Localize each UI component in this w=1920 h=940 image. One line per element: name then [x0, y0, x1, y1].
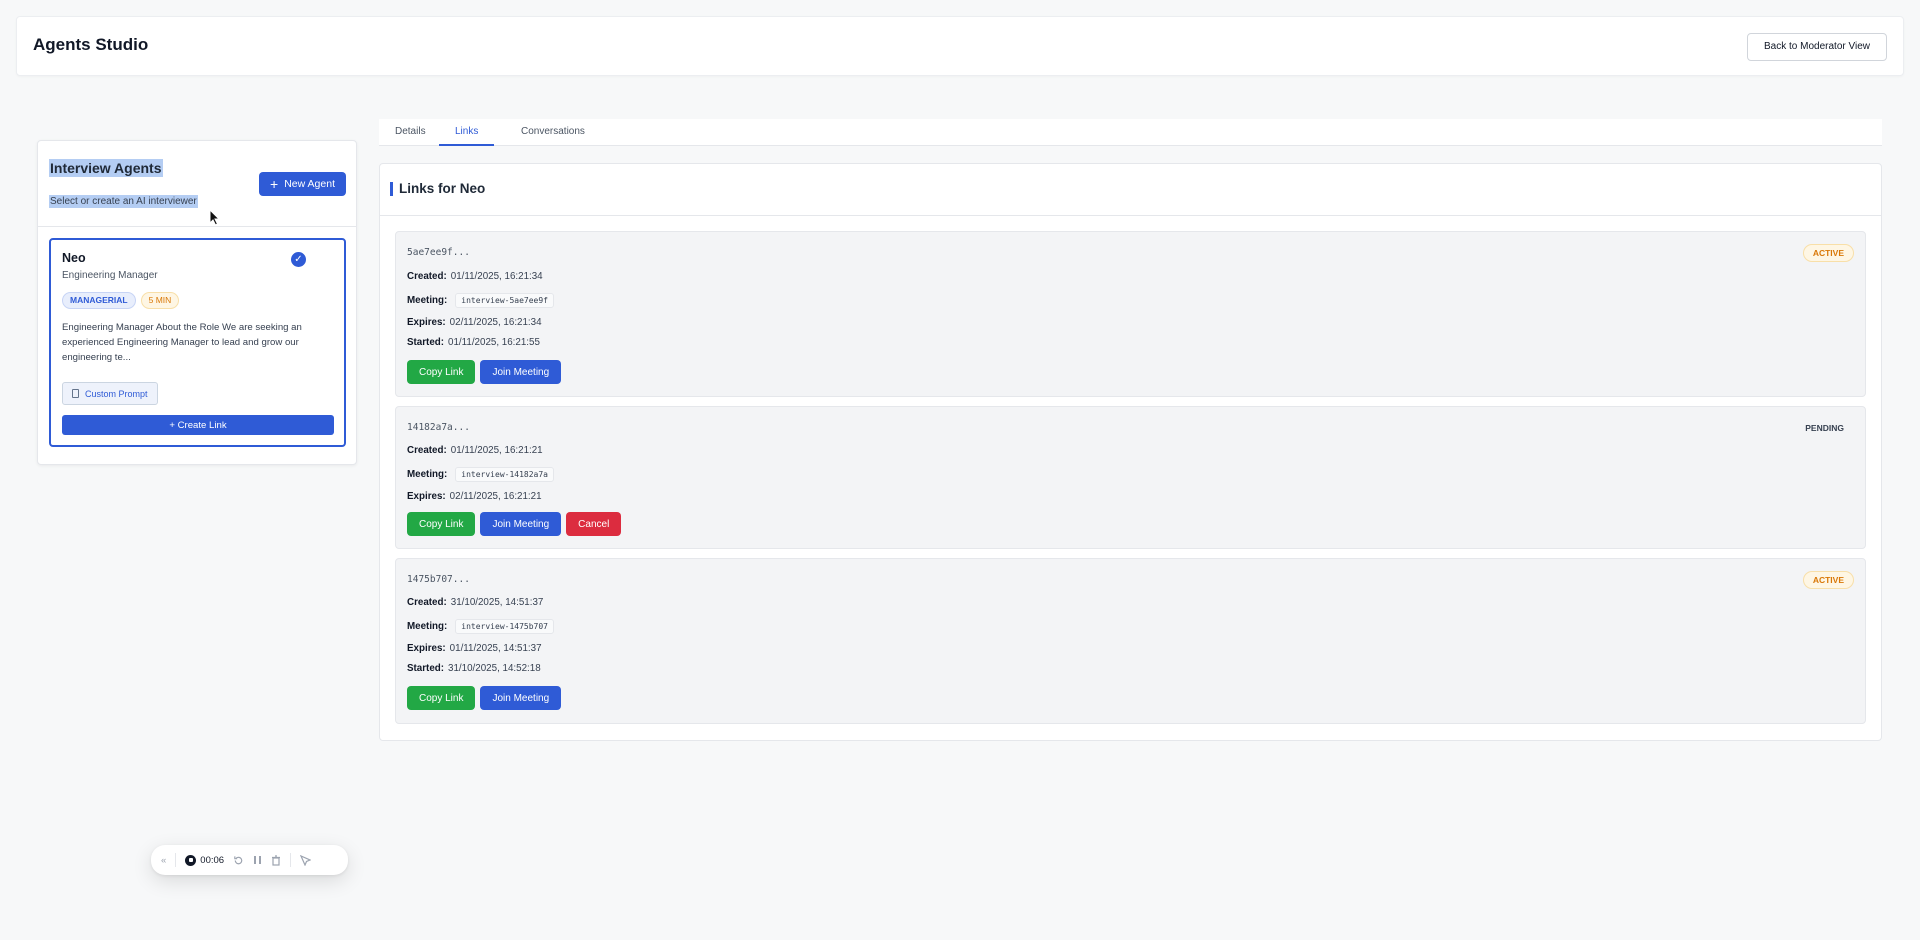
pointer-icon[interactable] [300, 854, 312, 866]
tabs-bar: Details Links Conversations [379, 119, 1882, 146]
link-id: 1475b707... [407, 574, 470, 585]
expires-row: Expires: 02/11/2025, 16:21:34 [407, 317, 542, 328]
agent-name: Neo [62, 251, 86, 265]
meeting-id: interview-5ae7ee9f [455, 293, 554, 308]
join-meeting-button[interactable]: Join Meeting [480, 686, 562, 710]
started-label: Started: [407, 663, 445, 674]
copy-link-button[interactable]: Copy Link [407, 686, 476, 710]
links-panel: Links for Neo 5ae7ee9f... ACTIVE Created… [379, 163, 1882, 741]
links-panel-title: Links for Neo [390, 182, 485, 196]
started-row: Started: 31/10/2025, 14:52:18 [407, 663, 541, 674]
agents-panel-title: Interview Agents [49, 159, 163, 177]
status-badge: ACTIVE [1802, 571, 1854, 589]
expires-row: Expires: 01/11/2025, 14:51:37 [407, 643, 542, 654]
duration-tag: 5 MIN [140, 292, 180, 309]
meeting-row: Meeting: interview-14182a7a [407, 467, 554, 482]
agents-panel-subtitle: Select or create an AI interviewer [49, 195, 198, 208]
created-label: Created: [407, 597, 447, 608]
meeting-id: interview-14182a7a [455, 467, 554, 482]
links-panel-header: Links for Neo [380, 164, 1881, 216]
agent-card[interactable]: Neo Engineering Manager ✓ MANAGERIAL 5 M… [49, 238, 346, 447]
custom-prompt-button[interactable]: Custom Prompt [62, 382, 158, 405]
stop-recording-icon[interactable] [185, 854, 197, 866]
created-label: Created: [407, 445, 447, 456]
link-id: 14182a7a... [407, 422, 470, 433]
meeting-label: Meeting: [407, 621, 448, 632]
link-card: 14182a7a... PENDING Created: 01/11/2025, … [395, 406, 1866, 549]
started-row: Started: 01/11/2025, 16:21:55 [407, 337, 540, 348]
started-value: 01/11/2025, 16:21:55 [448, 337, 540, 348]
delete-icon[interactable] [271, 854, 281, 866]
agents-panel-header: Interview Agents Select or create an AI … [38, 141, 356, 227]
category-tag: MANAGERIAL [62, 292, 136, 309]
created-value: 01/11/2025, 16:21:21 [450, 445, 543, 456]
top-bar: Agents Studio Back to Moderator View [16, 16, 1904, 76]
expires-label: Expires: [407, 317, 446, 328]
expires-value: 01/11/2025, 14:51:37 [449, 643, 542, 654]
create-link-button[interactable]: + Create Link [62, 415, 334, 435]
app-title: Agents Studio [33, 35, 149, 54]
new-agent-label: New Agent [284, 178, 335, 190]
divider [290, 853, 292, 867]
tab-conversations[interactable]: Conversations [505, 119, 601, 146]
created-value: 31/10/2025, 14:51:37 [450, 597, 544, 608]
meeting-label: Meeting: [407, 295, 448, 306]
link-actions: Copy Link Join Meeting [407, 686, 562, 710]
created-label: Created: [407, 271, 447, 282]
expires-value: 02/11/2025, 16:21:21 [449, 491, 542, 502]
expires-label: Expires: [407, 643, 446, 654]
expires-value: 02/11/2025, 16:21:34 [449, 317, 542, 328]
custom-prompt-label: Custom Prompt [85, 388, 148, 399]
meeting-row: Meeting: interview-1475b707 [407, 619, 554, 634]
link-card: 1475b707... ACTIVE Created: 31/10/2025, 1… [395, 558, 1866, 724]
agents-panel: Interview Agents Select or create an AI … [37, 140, 357, 465]
created-row: Created: 01/11/2025, 16:21:34 [407, 271, 543, 282]
copy-link-button[interactable]: Copy Link [407, 512, 476, 536]
tab-details[interactable]: Details [379, 119, 442, 146]
new-agent-button[interactable]: + New Agent [259, 172, 346, 196]
mouse-cursor-icon [209, 209, 220, 226]
started-label: Started: [407, 337, 445, 348]
expires-label: Expires: [407, 491, 446, 502]
recorder-toolbar: « 00:06 [151, 845, 348, 875]
selected-check-icon: ✓ [291, 252, 306, 267]
copy-link-button[interactable]: Copy Link [407, 360, 476, 384]
meeting-label: Meeting: [407, 469, 448, 480]
divider [175, 853, 177, 867]
started-value: 31/10/2025, 14:52:18 [448, 663, 541, 674]
cancel-link-button[interactable]: Cancel [566, 512, 622, 536]
expires-row: Expires: 02/11/2025, 16:21:21 [407, 491, 542, 502]
created-row: Created: 31/10/2025, 14:51:37 [407, 597, 543, 608]
created-row: Created: 01/11/2025, 16:21:21 [407, 445, 543, 456]
meeting-id: interview-1475b707 [455, 619, 554, 634]
collapse-icon[interactable]: « [161, 855, 166, 866]
link-card: 5ae7ee9f... ACTIVE Created: 01/11/2025, 1… [395, 231, 1866, 397]
meeting-row: Meeting: interview-5ae7ee9f [407, 293, 554, 308]
agent-role: Engineering Manager [62, 270, 158, 281]
link-actions: Copy Link Join Meeting Cancel [407, 512, 622, 536]
agent-tags: MANAGERIAL 5 MIN [62, 292, 180, 309]
recording-timer: 00:06 [200, 854, 225, 866]
join-meeting-button[interactable]: Join Meeting [480, 512, 562, 536]
link-id: 5ae7ee9f... [407, 247, 470, 258]
plus-icon: + [270, 176, 279, 192]
document-icon [72, 389, 79, 398]
pause-icon[interactable] [253, 855, 262, 865]
link-actions: Copy Link Join Meeting [407, 360, 562, 384]
back-to-moderator-button[interactable]: Back to Moderator View [1747, 33, 1887, 61]
status-badge: PENDING [1805, 423, 1844, 433]
created-value: 01/11/2025, 16:21:34 [450, 271, 543, 282]
restart-icon[interactable] [233, 855, 244, 866]
agent-description: Engineering Manager About the Role We ar… [62, 322, 302, 363]
status-badge: ACTIVE [1802, 244, 1854, 262]
join-meeting-button[interactable]: Join Meeting [480, 360, 562, 384]
tab-links[interactable]: Links [439, 119, 495, 146]
